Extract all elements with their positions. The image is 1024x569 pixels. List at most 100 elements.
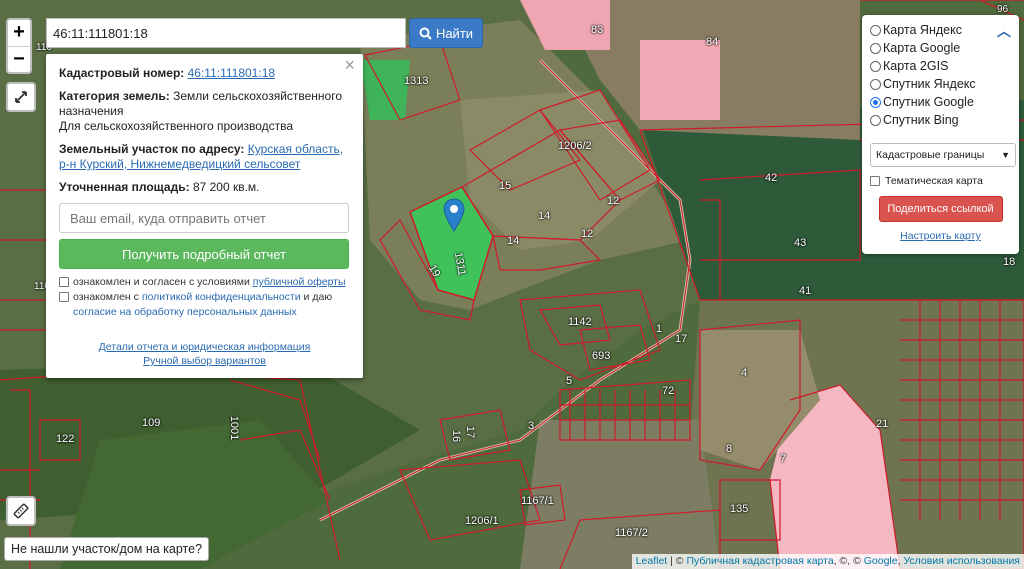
popup-links: Детали отчета и юридическая информация Р… (59, 340, 350, 368)
plot-label: 96 (997, 4, 1009, 15)
plot-label: 3 (528, 420, 535, 432)
land-category-label: Категория земель: (59, 89, 170, 103)
plot-label: 42 (765, 172, 778, 184)
land-use-value: Для сельскохозяйственного производства (59, 119, 294, 133)
layer-option[interactable]: Спутник Google (870, 93, 1011, 111)
plot-label: 72 (662, 385, 675, 397)
area-row: Уточненная площадь: 87 200 кв.м. (59, 180, 350, 195)
consent-offer-row: ознакомлен и согласен с условиями публич… (59, 275, 350, 290)
cadastral-number-link[interactable]: 46:11:111801:18 (188, 66, 275, 80)
plot-label: 135 (730, 503, 749, 515)
plot-label: 8 (726, 443, 733, 455)
address-label: Земельный участок по адресу: (59, 142, 245, 156)
chevron-down-icon: ▼ (1001, 150, 1010, 160)
area-value: 87 200 кв.м. (192, 180, 260, 194)
overlay-select[interactable]: Кадастровые границы ▼ (870, 143, 1016, 167)
setup-map-link[interactable]: Настроить карту (870, 230, 1011, 242)
ruler-icon (13, 503, 29, 519)
zoom-in-button[interactable]: + (8, 20, 30, 46)
consent-offer-label: ознакомлен и согласен с условиями (73, 276, 250, 288)
attribution-separator: | © (667, 555, 687, 567)
layer-option[interactable]: Карта 2GIS (870, 57, 1011, 75)
layer-option[interactable]: Спутник Bing (870, 111, 1011, 129)
layer-option[interactable]: Спутник Яндекс (870, 75, 1011, 93)
thematic-map-label: Тематическая карта (885, 175, 983, 187)
search-icon (419, 27, 432, 40)
land-category-row: Категория земель: Земли сельскохозяйстве… (59, 89, 350, 134)
ruler-button[interactable] (6, 496, 36, 526)
map-marker-icon[interactable] (443, 198, 465, 232)
plot-label: 1206/2 (558, 140, 592, 152)
plot-label: 17 (464, 425, 477, 439)
terms-link[interactable]: Условия использования (903, 555, 1020, 567)
radio-button[interactable] (870, 78, 881, 90)
search-button[interactable]: Найти (409, 18, 483, 48)
report-details-link[interactable]: Детали отчета и юридическая информация (59, 340, 350, 354)
plot-label: 1313 (404, 75, 429, 87)
address-row: Земельный участок по адресу: Курская обл… (59, 142, 350, 172)
plot-label: 12 (607, 195, 620, 207)
email-input[interactable] (59, 203, 349, 233)
layer-option-label: Спутник Яндекс (883, 77, 976, 91)
layer-option-label: Карта 2GIS (883, 59, 949, 73)
layer-option-label: Спутник Google (883, 95, 974, 109)
search-input[interactable] (46, 18, 406, 48)
consent-offer-text: ознакомлен и согласен с условиями публич… (73, 275, 346, 290)
plot-label: 14 (538, 210, 551, 222)
zoom-out-button[interactable]: − (8, 46, 30, 72)
radio-button[interactable] (870, 60, 881, 72)
get-report-button[interactable]: Получить подробный отчет (59, 239, 349, 269)
overlay-select-value: Кадастровые границы (876, 149, 985, 161)
plot-label: 18 (1003, 256, 1016, 268)
close-icon[interactable]: × (344, 56, 355, 74)
consent-privacy-checkbox[interactable] (59, 292, 69, 302)
plot-label: 5 (566, 375, 573, 387)
cadastral-number-row: Кадастровый номер: 46:11:111801:18 (59, 66, 350, 81)
area-label: Уточненная площадь: (59, 180, 190, 194)
share-link-button[interactable]: Поделиться ссылкой (878, 196, 1003, 222)
manual-choice-link[interactable]: Ручной выбор вариантов (59, 354, 350, 368)
radio-button-selected[interactable] (870, 96, 881, 108)
plot-label: 1167/2 (615, 527, 648, 539)
chevron-up-icon[interactable]: ︿ (997, 21, 1011, 41)
pkk-link[interactable]: Публичная кадастровая карта (686, 555, 833, 567)
parcel-info-popup: × Кадастровый номер: 46:11:111801:18 Кат… (46, 54, 363, 378)
plot-label: 1 (656, 323, 663, 335)
plot-label: 14 (507, 235, 520, 247)
layers-panel: ︿ Карта Яндекс Карта Google Карта 2GIS С… (862, 15, 1019, 254)
plot-label: 15 (499, 180, 512, 192)
not-found-button[interactable]: Не нашли участок/дом на карте? (4, 537, 210, 561)
radio-button[interactable] (870, 42, 881, 54)
layer-option[interactable]: Карта Google (870, 39, 1011, 57)
radio-button[interactable] (870, 114, 881, 126)
thematic-map-checkbox[interactable] (870, 176, 880, 186)
plot-label: 43 (794, 237, 807, 249)
map-attribution: Leaflet | © Публичная кадастровая карта,… (631, 554, 1024, 569)
privacy-policy-link[interactable]: политикой конфиденциальности (142, 291, 301, 303)
consent-privacy-label: ознакомлен с (73, 291, 139, 303)
plot-label: 4 (741, 367, 748, 379)
attribution-separator: , ©, © (833, 555, 864, 567)
plot-label: 1206/1 (465, 515, 499, 527)
personal-data-consent-link[interactable]: согласие на обработку персональных данны… (73, 306, 297, 318)
search-button-label: Найти (435, 25, 474, 41)
layer-option[interactable]: Карта Яндекс (870, 21, 1011, 39)
fullscreen-button[interactable] (6, 82, 36, 112)
plot-label: 17 (675, 333, 688, 345)
consent-privacy-text: ознакомлен с политикой конфиденциальност… (73, 290, 350, 320)
google-link[interactable]: Google (864, 555, 898, 567)
plot-label: 83 (591, 24, 604, 36)
public-offer-link[interactable]: публичной оферты (253, 276, 346, 288)
plot-label: 12 (581, 228, 594, 240)
fullscreen-icon (15, 91, 27, 103)
layer-option-label: Карта Яндекс (883, 23, 962, 37)
radio-button[interactable] (870, 24, 881, 36)
thematic-map-row: Тематическая карта (870, 175, 1011, 187)
consent-offer-checkbox[interactable] (59, 277, 69, 287)
plot-label: 16 (450, 429, 463, 443)
consent-privacy-mid: и даю (303, 291, 333, 303)
plot-label: 1001 (228, 415, 241, 441)
plot-label: 21 (876, 418, 889, 430)
leaflet-link[interactable]: Leaflet (636, 555, 668, 567)
plot-label: 109 (142, 417, 161, 429)
